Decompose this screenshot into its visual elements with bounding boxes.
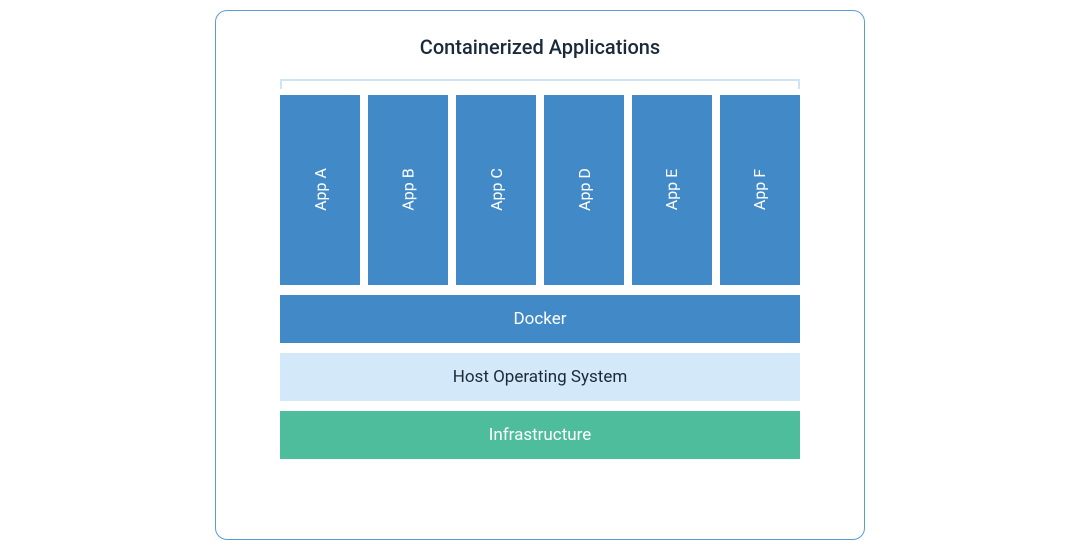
app-f-box: App F	[720, 95, 800, 285]
docker-layer-label: Docker	[514, 309, 567, 329]
apps-row: App A App B App C App D App E App F	[280, 95, 800, 285]
app-e-box: App E	[632, 95, 712, 285]
app-e-label: App E	[663, 169, 682, 210]
docker-layer: Docker	[280, 295, 800, 343]
host-os-layer-label: Host Operating System	[453, 367, 628, 387]
app-c-label: App C	[486, 168, 505, 211]
infrastructure-layer: Infrastructure	[280, 411, 800, 459]
host-os-layer: Host Operating System	[280, 353, 800, 401]
app-d-label: App D	[575, 168, 594, 211]
app-a-label: App A	[311, 168, 330, 211]
app-d-box: App D	[544, 95, 624, 285]
app-b-box: App B	[368, 95, 448, 285]
apps-bracket	[280, 79, 800, 89]
app-c-box: App C	[456, 95, 536, 285]
infrastructure-layer-label: Infrastructure	[489, 425, 592, 445]
diagram-frame: Containerized Applications App A App B A…	[215, 10, 865, 540]
app-a-box: App A	[280, 95, 360, 285]
diagram-title: Containerized Applications	[420, 35, 660, 59]
app-b-label: App B	[399, 168, 418, 210]
app-f-label: App F	[751, 169, 770, 210]
